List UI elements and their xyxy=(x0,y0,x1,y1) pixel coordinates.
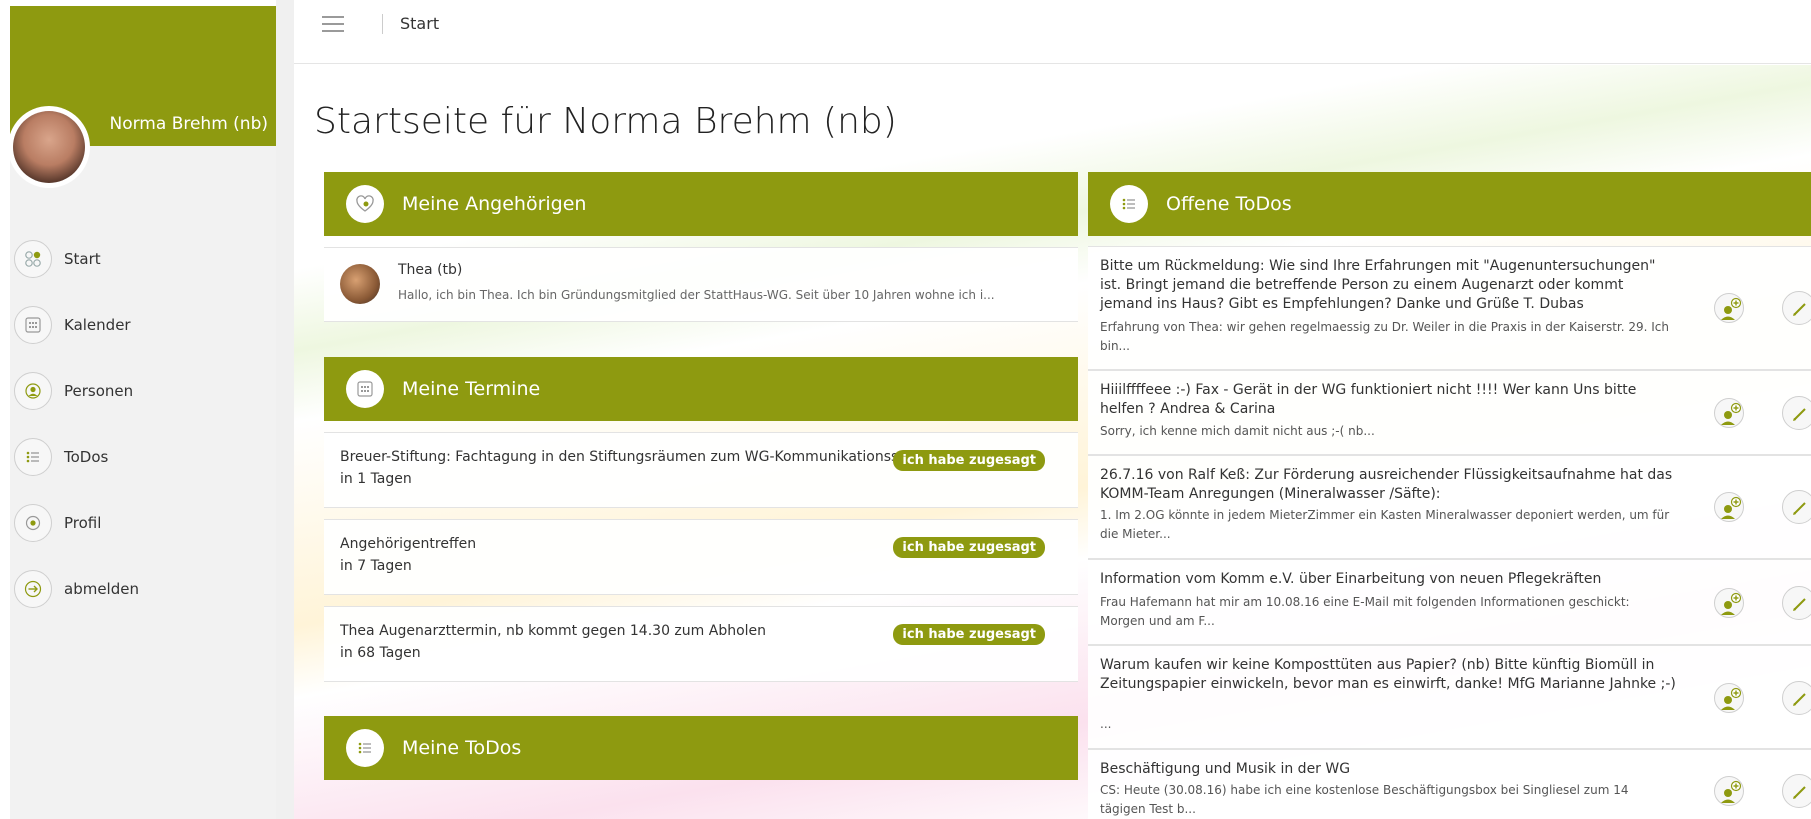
todo-title: Bitte um Rückmeldung: Wie sind Ihre Erfa… xyxy=(1100,258,1656,312)
sidebar-item-label: Kalender xyxy=(64,316,131,334)
member-avatar xyxy=(340,264,380,304)
page-title: Startseite für Norma Brehm (nb) xyxy=(314,101,897,142)
assign-user-icon[interactable] xyxy=(1714,683,1744,713)
edit-icon[interactable] xyxy=(1782,291,1811,325)
sidebar-item-abmelden[interactable]: abmelden xyxy=(10,556,276,622)
todo-description: Sorry, ich kenne mich damit nicht aus ;-… xyxy=(1100,424,1375,438)
panel-header-meine-todos: Meine ToDos xyxy=(324,716,1078,780)
sidebar-item-label: ToDos xyxy=(64,448,109,466)
edit-icon[interactable] xyxy=(1782,396,1811,430)
status-badge[interactable]: ich habe zugesagt xyxy=(893,624,1045,645)
todo-title: 26.7.16 von Ralf Keß: Zur Förderung ausr… xyxy=(1100,467,1673,502)
calendar-icon xyxy=(346,370,384,408)
status-badge[interactable]: ich habe zugesagt xyxy=(893,537,1045,558)
termin-when: in 68 Tagen xyxy=(340,645,421,661)
sidebar-item-label: Personen xyxy=(64,382,134,400)
termin-when: in 7 Tagen xyxy=(340,558,412,574)
todo-description: CS: Heute (30.08.16) habe ich eine koste… xyxy=(1100,783,1629,816)
panel-header-termine: Meine Termine xyxy=(324,357,1078,421)
breadcrumb: Start xyxy=(400,14,440,33)
todo-title: Information vom Komm e.V. über Einarbeit… xyxy=(1100,571,1602,587)
user-name: Norma Brehm (nb) xyxy=(109,114,269,134)
assign-user-icon[interactable] xyxy=(1714,293,1744,323)
assign-user-icon[interactable] xyxy=(1714,398,1744,428)
list-item[interactable]: Angehörigentreffen in 7 Tagen ich habe z… xyxy=(324,519,1078,595)
sidebar-item-todos[interactable]: ToDos xyxy=(10,424,276,490)
sidebar-item-label: Start xyxy=(64,250,101,268)
breadcrumb-divider xyxy=(382,14,383,34)
edit-icon[interactable] xyxy=(1782,490,1811,524)
list-item[interactable]: Hiiilffffeee :-) Fax - Gerät in der WG f… xyxy=(1088,370,1811,455)
termin-title: Angehörigentreffen xyxy=(340,536,477,552)
panel-title: Meine ToDos xyxy=(402,737,522,759)
sidebar-item-kalender[interactable]: Kalender xyxy=(10,292,276,358)
todo-description: ... xyxy=(1100,717,1112,731)
list-item[interactable]: Beschäftigung und Musik in der WG CS: He… xyxy=(1088,749,1811,819)
calendar-icon xyxy=(14,306,52,344)
status-badge[interactable]: ich habe zugesagt xyxy=(893,450,1045,471)
main-content: Startseite für Norma Brehm (nb) Meine An… xyxy=(294,65,1811,819)
panel-header-angehoerige: Meine Angehörigen xyxy=(324,172,1078,236)
list-item[interactable]: Thea (tb) Hallo, ich bin Thea. Ich bin G… xyxy=(324,247,1078,322)
assign-user-icon[interactable] xyxy=(1714,588,1744,618)
sidebar-nav: Start Kalender Personen ToDos Profil abm… xyxy=(10,226,276,622)
list-item[interactable]: Breuer-Stiftung: Fachtagung in den Stift… xyxy=(324,432,1078,508)
termin-title: Thea Augenarzttermin, nb kommt gegen 14.… xyxy=(340,623,767,639)
sidebar-item-label: abmelden xyxy=(64,580,139,598)
top-bar: Start xyxy=(294,0,1811,64)
panel-header-offene-todos: Offene ToDos xyxy=(1088,172,1811,236)
member-name: Thea (tb) xyxy=(398,262,463,278)
list-item[interactable]: Warum kaufen wir keine Komposttüten aus … xyxy=(1088,645,1811,749)
todo-title: Beschäftigung und Musik in der WG xyxy=(1100,761,1351,777)
edit-icon[interactable] xyxy=(1782,681,1811,715)
profile-icon xyxy=(14,504,52,542)
member-description: Hallo, ich bin Thea. Ich bin Gründungsmi… xyxy=(398,288,995,302)
list-icon xyxy=(346,729,384,767)
todo-description: Frau Hafemann hat mir am 10.08.16 eine E… xyxy=(1100,595,1630,628)
sidebar-item-label: Profil xyxy=(64,514,102,532)
todo-description: 1. Im 2.OG könnte in jedem MieterZimmer … xyxy=(1100,508,1670,541)
start-icon xyxy=(14,240,52,278)
assign-user-icon[interactable] xyxy=(1714,492,1744,522)
sidebar-item-profil[interactable]: Profil xyxy=(10,490,276,556)
list-item[interactable]: Information vom Komm e.V. über Einarbeit… xyxy=(1088,559,1811,645)
edit-icon[interactable] xyxy=(1782,774,1811,808)
assign-user-icon[interactable] xyxy=(1714,776,1744,806)
termin-title: Breuer-Stiftung: Fachtagung in den Stift… xyxy=(340,449,899,465)
sidebar-divider xyxy=(276,0,294,819)
list-icon xyxy=(1110,185,1148,223)
sidebar-item-personen[interactable]: Personen xyxy=(10,358,276,424)
todo-description: Erfahrung von Thea: wir gehen regelmaess… xyxy=(1100,320,1670,353)
person-icon xyxy=(14,372,52,410)
hamburger-menu-icon[interactable] xyxy=(322,16,344,32)
edit-icon[interactable] xyxy=(1782,586,1811,620)
panel-title: Meine Termine xyxy=(402,378,541,400)
logout-icon xyxy=(14,570,52,608)
list-item[interactable]: Bitte um Rückmeldung: Wie sind Ihre Erfa… xyxy=(1088,246,1811,370)
heart-icon xyxy=(346,185,384,223)
panel-title: Meine Angehörigen xyxy=(402,193,587,215)
list-item[interactable]: Thea Augenarzttermin, nb kommt gegen 14.… xyxy=(324,606,1078,682)
termin-when: in 1 Tagen xyxy=(340,471,412,487)
sidebar-item-start[interactable]: Start xyxy=(10,226,276,292)
list-item[interactable]: 26.7.16 von Ralf Keß: Zur Förderung ausr… xyxy=(1088,455,1811,559)
list-icon xyxy=(14,438,52,476)
panel-title: Offene ToDos xyxy=(1166,193,1292,215)
avatar[interactable] xyxy=(8,106,90,188)
todo-title: Warum kaufen wir keine Komposttüten aus … xyxy=(1100,657,1676,692)
sidebar: Norma Brehm (nb) Start Kalender Personen xyxy=(8,6,276,819)
todo-title: Hiiilffffeee :-) Fax - Gerät in der WG f… xyxy=(1100,382,1637,417)
